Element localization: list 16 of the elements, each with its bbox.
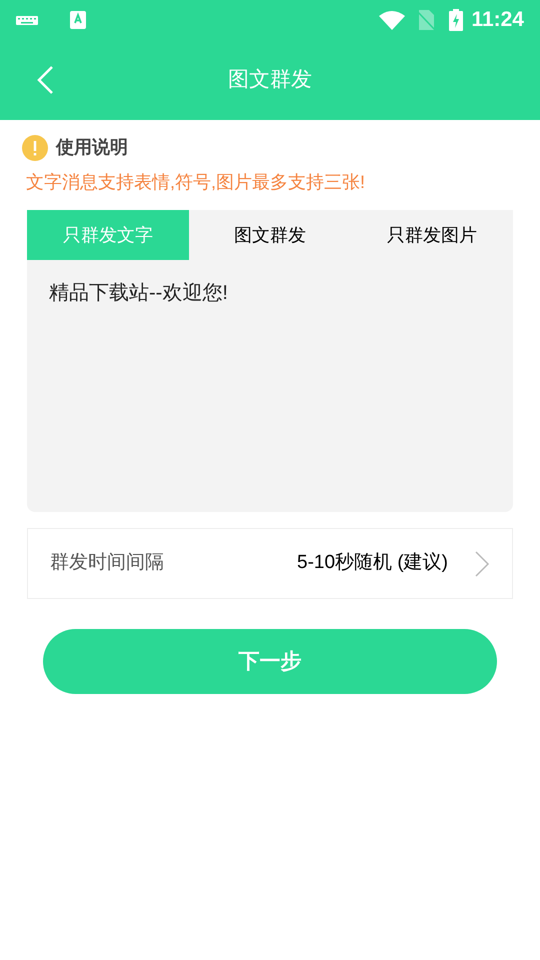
warning-icon [22, 134, 48, 160]
battery-charging-icon [449, 9, 464, 31]
tab[interactable]: 图文群发 [189, 210, 351, 260]
tab[interactable]: 只群发图片 [351, 210, 513, 260]
chevron-icon [474, 550, 490, 578]
wifi-icon [379, 10, 406, 30]
back-icon [36, 65, 54, 95]
text-app-icon [70, 11, 86, 29]
interval-row[interactable]: 群发时间间隔 5-10秒随机 (建议) [27, 528, 513, 599]
notice-title: 使用说明 [56, 136, 128, 159]
no-sim-icon [417, 10, 436, 30]
notice-text: 文字消息支持表情,符号,图片最多支持三张! [25, 171, 366, 194]
keyboard-icon [16, 14, 38, 26]
screen-title: 图文群发 [228, 67, 312, 94]
clock: 11:24 [471, 7, 524, 34]
message-field[interactable]: 精品下载站--欢迎您! [27, 260, 513, 512]
